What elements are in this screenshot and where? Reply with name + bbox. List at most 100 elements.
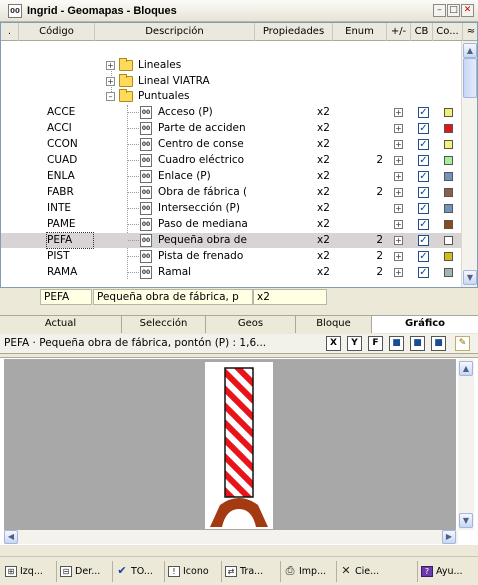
column-header-properties[interactable]: Propiedades [255, 23, 333, 41]
cb-checkbox[interactable]: ✓ [418, 123, 429, 134]
color-swatch[interactable] [444, 124, 453, 133]
description-cell: Acceso (P) [158, 106, 213, 118]
column-header-code[interactable]: Código [19, 23, 95, 41]
color-swatch[interactable] [444, 252, 453, 261]
print-button[interactable]: ⎙ Imp... [281, 561, 337, 582]
properties-cell: x2 [317, 170, 330, 182]
preview-scroll-left-icon[interactable]: ◀ [4, 530, 18, 544]
column-header-plus-minus[interactable]: +/- [387, 23, 411, 41]
plus-minus-icon[interactable]: + [394, 172, 403, 181]
table-row[interactable]: PAME 00 Paso de mediana x2 + ✓ [1, 217, 463, 232]
table-row[interactable]: RAMA 00 Ramal x2 2 + ✓ [1, 265, 463, 280]
table-row[interactable]: ACCI 00 Parte de acciden x2 + ✓ [1, 121, 463, 136]
edit-icon[interactable]: ✎ [455, 336, 470, 351]
color-swatch[interactable] [444, 220, 453, 229]
x-axis-icon[interactable]: X [326, 336, 341, 351]
tab-seleccion[interactable]: Selección [122, 316, 206, 333]
preview-panel: ▲ ▼ ◀ ▶ [0, 357, 478, 545]
plus-minus-icon[interactable]: + [394, 236, 403, 245]
table-row[interactable]: PIST 00 Pista de frenado x2 2 + ✓ [1, 249, 463, 264]
tab-geos[interactable]: Geos [206, 316, 296, 333]
cb-checkbox[interactable]: ✓ [418, 139, 429, 150]
color-swatch[interactable] [444, 156, 453, 165]
group-label: Puntuales [138, 90, 190, 102]
minimize-button[interactable]: – [433, 4, 446, 17]
scroll-up-arrow-icon[interactable]: ▲ [463, 43, 477, 58]
color-swatch[interactable] [444, 236, 453, 245]
table-row[interactable]: PEFA 00 Pequeña obra de x2 2 + ✓ [1, 232, 463, 249]
maximize-button[interactable]: □ [447, 4, 460, 17]
plus-minus-icon[interactable]: + [394, 188, 403, 197]
plus-minus-icon[interactable]: + [394, 268, 403, 277]
save-as-icon[interactable]: ■ [410, 336, 425, 351]
column-header-dot[interactable]: . [1, 23, 19, 41]
plus-minus-icon[interactable]: + [394, 220, 403, 229]
cb-checkbox[interactable]: ✓ [418, 171, 429, 182]
close-panel-button[interactable]: ✕ Cie... [337, 561, 418, 582]
scroll-down-arrow-icon[interactable]: ▼ [463, 270, 477, 285]
help-button[interactable]: ? Ayu... [418, 561, 478, 582]
color-swatch[interactable] [444, 268, 453, 277]
preview-scroll-down-icon[interactable]: ▼ [459, 513, 473, 528]
collapse-icon[interactable]: – [106, 92, 115, 101]
preview-horizontal-scrollbar[interactable]: ◀ ▶ [4, 530, 458, 544]
scroll-thumb[interactable] [463, 58, 477, 98]
right-button[interactable]: ⊟ Der... [57, 561, 113, 582]
column-header-description[interactable]: Descripción [95, 23, 255, 41]
tab-grafico[interactable]: Gráfico [372, 316, 478, 333]
icon-button[interactable]: ! Icono [165, 561, 222, 582]
table-row[interactable]: FABR 00 Obra de fábrica (x2 2 + ✓ [1, 185, 463, 200]
color-swatch[interactable] [444, 108, 453, 117]
plus-minus-icon[interactable]: + [394, 156, 403, 165]
fill-icon[interactable]: F [368, 336, 383, 351]
color-swatch[interactable] [444, 188, 453, 197]
plus-minus-icon[interactable]: + [394, 108, 403, 117]
preview-scroll-up-icon[interactable]: ▲ [459, 361, 473, 376]
plus-minus-icon[interactable]: + [394, 124, 403, 133]
cb-checkbox[interactable]: ✓ [418, 251, 429, 262]
plus-minus-icon[interactable]: + [394, 204, 403, 213]
cb-checkbox[interactable]: ✓ [418, 187, 429, 198]
description-cell: Obra de fábrica ( [158, 186, 248, 198]
column-header-enum[interactable]: Enum [333, 23, 387, 41]
left-button[interactable]: ⊞ Izq... [2, 561, 57, 582]
cb-checkbox[interactable]: ✓ [418, 235, 429, 246]
cb-checkbox[interactable]: ✓ [418, 267, 429, 278]
tree-group-lineales[interactable]: + Lineales [1, 58, 463, 73]
save-icon[interactable]: ■ [389, 336, 404, 351]
tab-bloque[interactable]: Bloque [296, 316, 372, 333]
edit-code-field[interactable]: PEFA [40, 289, 92, 305]
color-swatch[interactable] [444, 172, 453, 181]
table-row[interactable]: ENLA 00 Enlace (P) x2 + ✓ [1, 169, 463, 184]
tab-actual[interactable]: Actual [0, 316, 122, 333]
cb-checkbox[interactable]: ✓ [418, 219, 429, 230]
table-row[interactable]: CUAD 00 Cuadro eléctrico x2 2 + ✓ [1, 153, 463, 168]
preview-scroll-right-icon[interactable]: ▶ [442, 530, 456, 544]
cb-checkbox[interactable]: ✓ [418, 203, 429, 214]
save-all-icon[interactable]: ■ [431, 336, 446, 351]
table-row[interactable]: CCON 00 Centro de conse x2 + ✓ [1, 137, 463, 152]
table-row[interactable]: INTE 00 Intersección (P) x2 + ✓ [1, 201, 463, 216]
y-axis-icon[interactable]: Y [347, 336, 362, 351]
color-swatch[interactable] [444, 140, 453, 149]
edit-properties-field[interactable]: x2 [253, 289, 327, 305]
transfer-button[interactable]: ⇄ Tra... [222, 561, 281, 582]
column-header-color[interactable]: Co... [433, 23, 463, 41]
close-window-button[interactable]: ✕ [461, 4, 474, 17]
expand-icon[interactable]: + [106, 77, 115, 86]
expand-icon[interactable]: + [106, 61, 115, 70]
grid-vertical-scrollbar[interactable]: ▲ ▼ [461, 41, 477, 287]
cb-checkbox[interactable]: ✓ [418, 107, 429, 118]
column-header-cb[interactable]: CB [411, 23, 433, 41]
plus-minus-icon[interactable]: + [394, 140, 403, 149]
preview-vertical-scrollbar[interactable]: ▲ ▼ [458, 359, 474, 530]
select-all-button[interactable]: ✔ TO... [113, 561, 165, 582]
table-row[interactable]: ACCE 00 Acceso (P) x2 + ✓ [1, 105, 463, 120]
cb-checkbox[interactable]: ✓ [418, 155, 429, 166]
column-header-extra[interactable]: ≈ [463, 23, 477, 41]
color-swatch[interactable] [444, 204, 453, 213]
edit-description-field[interactable]: Pequeña obra de fábrica, p [93, 289, 253, 305]
tree-group-puntuales[interactable]: – Puntuales [1, 89, 463, 104]
tree-group-lineal-viatra[interactable]: + Lineal VIATRA [1, 74, 463, 89]
plus-minus-icon[interactable]: + [394, 252, 403, 261]
